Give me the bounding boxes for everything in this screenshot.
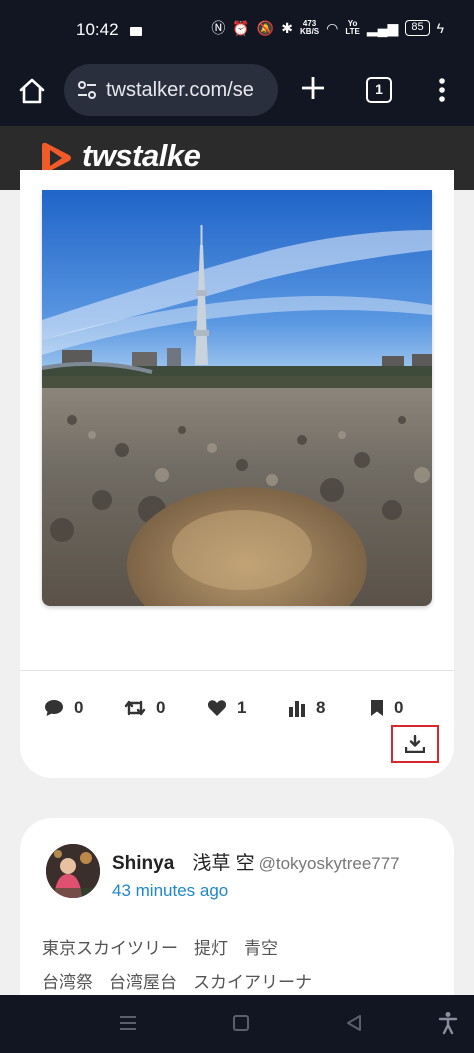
bookmark-stat[interactable]: 0 [370,698,403,718]
alarm-icon: ⏰ [232,19,250,36]
bar-chart-icon [289,701,305,717]
author-line: Shinya 浅草 空 @tokyoskytree777 [112,848,400,875]
browser-toolbar: twstalker.com/se 1 [0,62,474,126]
battery-level: 85 [405,20,430,36]
hashtag[interactable]: 台湾祭 [42,973,93,992]
new-tab-icon[interactable] [298,73,328,103]
home-nav-icon[interactable] [231,1013,251,1033]
more-vert-icon[interactable] [432,76,452,104]
like-count: 1 [237,698,247,717]
address-bar[interactable]: twstalker.com/se [64,64,278,116]
post-time[interactable]: 43 minutes ago [112,881,228,901]
views-count: 8 [316,698,326,717]
hashtag[interactable]: 台湾屋台 [109,973,177,992]
url-text[interactable]: twstalker.com/se [106,79,272,102]
hashtag[interactable]: 東京スカイツリー [42,939,178,958]
hashtag[interactable]: 青空 [244,939,278,958]
heart-icon [207,700,227,716]
avatar[interactable] [46,844,100,898]
network-speed: 473 KB/S [300,20,319,36]
system-nav-bar [0,995,474,1053]
author-name-jp[interactable]: 浅草 空 [192,853,254,874]
charging-icon: ϟ [436,20,444,36]
reply-stat[interactable]: 0 [44,698,83,718]
logo-text[interactable]: twstalke [82,138,201,174]
home-icon[interactable] [16,75,48,107]
status-icons: Ⓝ ⏰ 🔕 ✱ 473 KB/S ◠ Yo LTE ▂▄▆ 85 ϟ [211,18,444,38]
author-handle[interactable]: @tokyoskytree777 [259,854,400,873]
post-text: 東京スカイツリー 提灯 青空 台湾祭 台湾屋台 スカイアリーナ [42,932,442,1000]
wifi-icon: ◠ [326,19,339,36]
hashtag[interactable]: スカイアリーナ [193,973,312,992]
accessibility-icon[interactable] [438,1011,458,1035]
views-stat: 8 [288,698,325,718]
card-divider [20,670,454,671]
volte-indicator: Yo LTE [345,20,360,36]
bookmark-count: 0 [394,698,404,717]
notification-icon [130,27,142,36]
post-card: Shinya 浅草 空 @tokyoskytree777 43 minutes ag… [20,818,454,1018]
like-stat[interactable]: 1 [207,698,246,718]
post-image[interactable] [42,190,432,606]
network-speed-unit: KB/S [300,27,320,36]
post-card: 0 0 1 8 0 [20,170,454,778]
tags-row: 東京スカイツリー 提灯 青空 [42,932,442,966]
signal-icon: ▂▄▆ [366,19,399,36]
site-settings-icon[interactable] [76,79,98,101]
mute-icon: 🔕 [256,19,275,36]
reply-count: 0 [74,698,84,717]
nfc-icon: Ⓝ [211,20,226,36]
comment-icon [45,700,63,716]
bookmark-icon [371,700,383,716]
download-icon [405,735,425,753]
tab-switcher-button[interactable]: 1 [366,77,392,103]
retweet-stat[interactable]: 0 [124,698,165,718]
post-stats: 0 0 1 8 0 [44,698,434,724]
status-bar: 10:42 Ⓝ ⏰ 🔕 ✱ 473 KB/S ◠ Yo LTE ▂▄▆ 85 ϟ [0,0,474,62]
author-name[interactable]: Shinya [112,853,174,874]
retweet-icon [124,700,146,716]
back-icon[interactable] [344,1013,364,1033]
retweet-count: 0 [156,698,166,717]
recents-icon[interactable] [118,1013,138,1033]
download-button[interactable] [391,725,439,763]
volte-bottom: LTE [345,27,360,36]
bluetooth-icon: ✱ [281,19,294,36]
hashtag[interactable]: 提灯 [194,939,228,958]
status-time: 10:42 [76,20,119,39]
